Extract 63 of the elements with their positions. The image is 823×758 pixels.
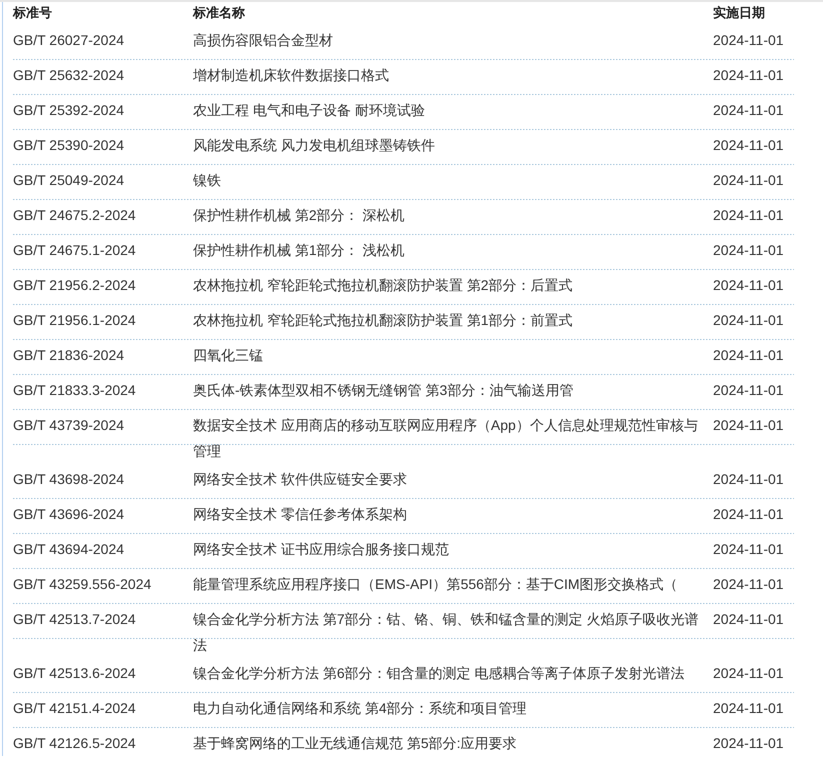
table-cell: 2024-11-01 — [713, 734, 784, 750]
table-cell: 农业工程 电气和电子设备 耐环境试验 — [193, 102, 425, 118]
table-cell: 增材制造机床软件数据接口格式 — [193, 66, 389, 82]
table-cell: 2024-11-01 — [713, 664, 784, 680]
table-cell: 保护性耕作机械 第1部分： 浅松机 — [193, 242, 405, 258]
table-cell: 农林拖拉机 窄轮距轮式拖拉机翻滚防护装置 第2部分：后置式 — [193, 276, 573, 292]
table-cell: 网络安全技术 证书应用综合服务接口规范 — [193, 540, 449, 556]
table-cell: 2024-11-01 — [713, 32, 784, 48]
table-cell: 能量管理系统应用程序接口（EMS-API）第556部分：基于CIM图形交换格式（ — [193, 576, 678, 592]
table-cell: 镍合金化学分析方法 第7部分：钴、铬、铜、铁和锰含量的测定 火焰原子吸收光谱法 — [193, 610, 699, 652]
table-cell: 高损伤容限铝合金型材 — [193, 32, 333, 48]
table-cell: GB/T 21833.3-2024 — [13, 382, 136, 398]
table-cell: 电力自动化通信网络和系统 第4部分：系统和项目管理 — [193, 700, 527, 716]
table-cell: 2024-11-01 — [713, 136, 784, 152]
table-cell: 2024-11-01 — [713, 470, 784, 486]
table-cell: 2024-11-01 — [713, 346, 784, 362]
table-cell: GB/T 43694-2024 — [13, 540, 124, 556]
table-cell: 镍合金化学分析方法 第6部分：钼含量的测定 电感耦合等离子体原子发射光谱法 — [193, 664, 685, 680]
table-cell: GB/T 21836-2024 — [13, 346, 124, 362]
table-cell: GB/T 25049-2024 — [13, 172, 124, 188]
table-cell: 2024-11-01 — [713, 700, 784, 716]
table-cell: 网络安全技术 软件供应链安全要求 — [193, 470, 407, 486]
table-cell: 2024-11-01 — [713, 416, 784, 432]
table-cell: 四氧化三锰 — [193, 346, 263, 362]
table-cell: GB/T 26027-2024 — [13, 32, 124, 48]
table-cell: GB/T 25632-2024 — [13, 66, 124, 82]
table-cell: 镍铁 — [193, 172, 221, 188]
table-cell: GB/T 43698-2024 — [13, 470, 124, 486]
table-cell: GB/T 42513.6-2024 — [13, 664, 136, 680]
table-cell: 2024-11-01 — [713, 242, 784, 258]
table-cell: GB/T 25390-2024 — [13, 136, 124, 152]
table-cell: GB/T 42126.5-2024 — [13, 734, 136, 750]
table-cell: 风能发电系统 风力发电机组球墨铸铁件 — [193, 136, 435, 152]
table-cell: 2024-11-01 — [713, 506, 784, 522]
table-cell: 2024-11-01 — [713, 172, 784, 188]
table-cell: 农林拖拉机 窄轮距轮式拖拉机翻滚防护装置 第1部分：前置式 — [193, 312, 573, 328]
table-cell: 奥氏体-铁素体型双相不锈钢无缝钢管 第3部分：油气输送用管 — [193, 382, 574, 398]
table-cell: GB/T 25392-2024 — [13, 102, 124, 118]
table-cell: 网络安全技术 零信任参考体系架构 — [193, 506, 407, 522]
table-cell: GB/T 24675.1-2024 — [13, 242, 136, 258]
table-cell: 2024-11-01 — [713, 610, 784, 626]
table-cell: GB/T 21956.2-2024 — [13, 276, 136, 292]
table-cell: 2024-11-01 — [713, 276, 784, 292]
column-header: 实施日期 — [713, 4, 766, 22]
table-cell: 2024-11-01 — [713, 382, 784, 398]
table-cell: 保护性耕作机械 第2部分： 深松机 — [193, 206, 405, 222]
table-cell: 2024-11-01 — [713, 540, 784, 556]
table-cell: 数据安全技术 应用商店的移动互联网应用程序（App）个人信息处理规范性审核与管理 — [193, 416, 698, 458]
table-cell: 2024-11-01 — [713, 206, 784, 222]
table-cell: GB/T 42151.4-2024 — [13, 700, 136, 716]
table-cell: 2024-11-01 — [713, 102, 784, 118]
table-cell: GB/T 21956.1-2024 — [13, 312, 136, 328]
table-cell: 2024-11-01 — [713, 576, 784, 592]
table-cell: 2024-11-01 — [713, 312, 784, 328]
table-cell: GB/T 43739-2024 — [13, 416, 124, 432]
table-cell: GB/T 43696-2024 — [13, 506, 124, 522]
table-cell: GB/T 43259.556-2024 — [13, 576, 152, 592]
table-cell: GB/T 42513.7-2024 — [13, 610, 136, 626]
table-cell: GB/T 24675.2-2024 — [13, 206, 136, 222]
table-cell: 2024-11-01 — [713, 66, 784, 82]
column-header: 标准名称 — [193, 4, 246, 22]
table-cell: 基于蜂窝网络的工业无线通信规范 第5部分:应用要求 — [193, 734, 517, 750]
column-header: 标准号 — [13, 4, 53, 22]
